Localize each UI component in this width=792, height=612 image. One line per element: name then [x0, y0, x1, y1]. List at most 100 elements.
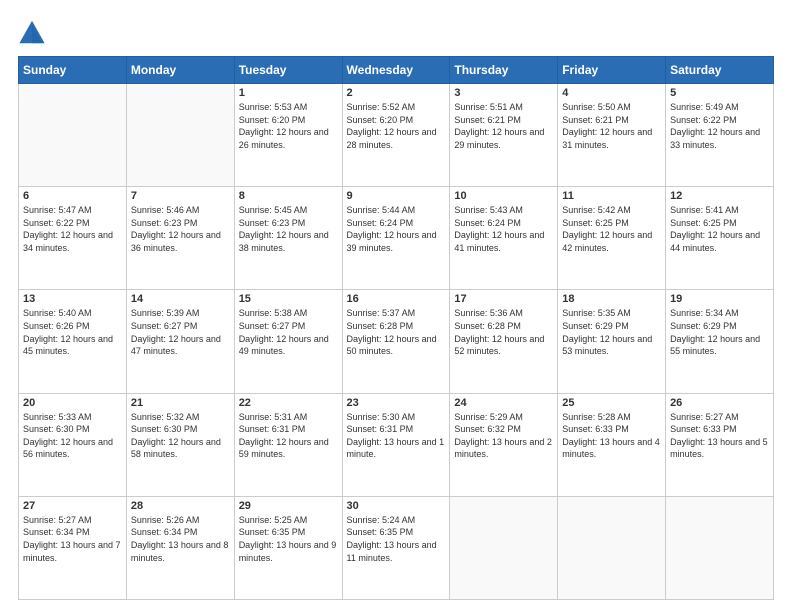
day-header-saturday: Saturday [666, 57, 774, 84]
calendar-cell: 30Sunrise: 5:24 AM Sunset: 6:35 PM Dayli… [342, 496, 450, 599]
calendar-cell: 24Sunrise: 5:29 AM Sunset: 6:32 PM Dayli… [450, 393, 558, 496]
day-info: Sunrise: 5:24 AM Sunset: 6:35 PM Dayligh… [347, 514, 446, 564]
day-number: 28 [131, 500, 230, 512]
calendar-cell: 1 Sunrise: 5:53 AM Sunset: 6:20 PM Daylig… [234, 84, 342, 187]
day-info: Sunrise: 5:35 AM Sunset: 6:29 PM Dayligh… [562, 307, 661, 357]
calendar-cell [558, 496, 666, 599]
day-number: 26 [670, 397, 769, 409]
calendar-cell: 17 Sunrise: 5:36 AM Sunset: 6:28 PM Dayli… [450, 290, 558, 393]
calendar-cell: 15 Sunrise: 5:38 AM Sunset: 6:27 PM Dayli… [234, 290, 342, 393]
day-info: Sunrise: 5:49 AM Sunset: 6:22 PM Dayligh… [670, 101, 769, 151]
day-number: 7 [131, 190, 230, 202]
calendar-cell: 25 Sunrise: 5:28 AM Sunset: 6:33 PM Dayli… [558, 393, 666, 496]
calendar-cell: 18 Sunrise: 5:35 AM Sunset: 6:29 PM Dayli… [558, 290, 666, 393]
day-number: 17 [454, 293, 553, 305]
calendar-cell: 8Sunrise: 5:45 AM Sunset: 6:23 PM Daylig… [234, 187, 342, 290]
calendar-cell: 5 Sunrise: 5:49 AM Sunset: 6:22 PM Daylig… [666, 84, 774, 187]
day-info: Sunrise: 5:33 AM Sunset: 6:30 PM Dayligh… [23, 411, 122, 461]
day-number: 13 [23, 293, 122, 305]
calendar-cell: 23 Sunrise: 5:30 AM Sunset: 6:31 PM Dayli… [342, 393, 450, 496]
logo [18, 18, 50, 46]
day-number: 10 [454, 190, 553, 202]
calendar-cell: 22Sunrise: 5:31 AM Sunset: 6:31 PM Dayli… [234, 393, 342, 496]
calendar-cell: 7 Sunrise: 5:46 AM Sunset: 6:23 PM Daylig… [126, 187, 234, 290]
calendar-cell: 12 Sunrise: 5:41 AM Sunset: 6:25 PM Dayli… [666, 187, 774, 290]
day-info: Sunrise: 5:36 AM Sunset: 6:28 PM Dayligh… [454, 307, 553, 357]
calendar-cell [666, 496, 774, 599]
logo-icon [18, 18, 46, 46]
day-number: 23 [347, 397, 446, 409]
calendar-cell: 28 Sunrise: 5:26 AM Sunset: 6:34 PM Dayli… [126, 496, 234, 599]
day-number: 24 [454, 397, 553, 409]
day-number: 4 [562, 87, 661, 99]
day-info: Sunrise: 5:47 AM Sunset: 6:22 PM Dayligh… [23, 204, 122, 254]
week-row-5: 27Sunrise: 5:27 AM Sunset: 6:34 PM Dayli… [19, 496, 774, 599]
calendar-cell: 10 Sunrise: 5:43 AM Sunset: 6:24 PM Dayli… [450, 187, 558, 290]
week-row-3: 13 Sunrise: 5:40 AM Sunset: 6:26 PM Dayli… [19, 290, 774, 393]
header-row: SundayMondayTuesdayWednesdayThursdayFrid… [19, 57, 774, 84]
day-info: Sunrise: 5:44 AM Sunset: 6:24 PM Dayligh… [347, 204, 446, 254]
day-info: Sunrise: 5:25 AM Sunset: 6:35 PM Dayligh… [239, 514, 338, 564]
day-number: 29 [239, 500, 338, 512]
week-row-1: 1 Sunrise: 5:53 AM Sunset: 6:20 PM Daylig… [19, 84, 774, 187]
calendar-cell: 4 Sunrise: 5:50 AM Sunset: 6:21 PM Daylig… [558, 84, 666, 187]
day-number: 6 [23, 190, 122, 202]
calendar-cell: 16Sunrise: 5:37 AM Sunset: 6:28 PM Dayli… [342, 290, 450, 393]
calendar-cell: 20 Sunrise: 5:33 AM Sunset: 6:30 PM Dayli… [19, 393, 127, 496]
day-number: 1 [239, 87, 338, 99]
day-number: 25 [562, 397, 661, 409]
day-header-monday: Monday [126, 57, 234, 84]
week-row-4: 20 Sunrise: 5:33 AM Sunset: 6:30 PM Dayli… [19, 393, 774, 496]
day-number: 15 [239, 293, 338, 305]
calendar-cell [126, 84, 234, 187]
calendar-cell: 29 Sunrise: 5:25 AM Sunset: 6:35 PM Dayli… [234, 496, 342, 599]
calendar-cell: 13 Sunrise: 5:40 AM Sunset: 6:26 PM Dayli… [19, 290, 127, 393]
day-info: Sunrise: 5:34 AM Sunset: 6:29 PM Dayligh… [670, 307, 769, 357]
day-info: Sunrise: 5:40 AM Sunset: 6:26 PM Dayligh… [23, 307, 122, 357]
day-number: 18 [562, 293, 661, 305]
day-info: Sunrise: 5:53 AM Sunset: 6:20 PM Dayligh… [239, 101, 338, 151]
day-number: 21 [131, 397, 230, 409]
day-info: Sunrise: 5:30 AM Sunset: 6:31 PM Dayligh… [347, 411, 446, 461]
calendar-cell: 19 Sunrise: 5:34 AM Sunset: 6:29 PM Dayli… [666, 290, 774, 393]
header [18, 18, 774, 46]
calendar-cell: 21Sunrise: 5:32 AM Sunset: 6:30 PM Dayli… [126, 393, 234, 496]
day-info: Sunrise: 5:27 AM Sunset: 6:33 PM Dayligh… [670, 411, 769, 461]
calendar-cell: 2 Sunrise: 5:52 AM Sunset: 6:20 PM Daylig… [342, 84, 450, 187]
day-info: Sunrise: 5:28 AM Sunset: 6:33 PM Dayligh… [562, 411, 661, 461]
calendar-cell: 11 Sunrise: 5:42 AM Sunset: 6:25 PM Dayli… [558, 187, 666, 290]
day-info: Sunrise: 5:26 AM Sunset: 6:34 PM Dayligh… [131, 514, 230, 564]
day-info: Sunrise: 5:41 AM Sunset: 6:25 PM Dayligh… [670, 204, 769, 254]
calendar-table: SundayMondayTuesdayWednesdayThursdayFrid… [18, 56, 774, 600]
day-number: 20 [23, 397, 122, 409]
day-info: Sunrise: 5:50 AM Sunset: 6:21 PM Dayligh… [562, 101, 661, 151]
calendar-cell: 14Sunrise: 5:39 AM Sunset: 6:27 PM Dayli… [126, 290, 234, 393]
calendar-cell: 3 Sunrise: 5:51 AM Sunset: 6:21 PM Daylig… [450, 84, 558, 187]
day-header-sunday: Sunday [19, 57, 127, 84]
calendar-cell: 6 Sunrise: 5:47 AM Sunset: 6:22 PM Daylig… [19, 187, 127, 290]
day-number: 8 [239, 190, 338, 202]
day-info: Sunrise: 5:51 AM Sunset: 6:21 PM Dayligh… [454, 101, 553, 151]
day-number: 12 [670, 190, 769, 202]
day-number: 9 [347, 190, 446, 202]
day-info: Sunrise: 5:52 AM Sunset: 6:20 PM Dayligh… [347, 101, 446, 151]
day-info: Sunrise: 5:43 AM Sunset: 6:24 PM Dayligh… [454, 204, 553, 254]
day-info: Sunrise: 5:27 AM Sunset: 6:34 PM Dayligh… [23, 514, 122, 564]
calendar-cell [450, 496, 558, 599]
day-info: Sunrise: 5:39 AM Sunset: 6:27 PM Dayligh… [131, 307, 230, 357]
day-header-friday: Friday [558, 57, 666, 84]
day-header-wednesday: Wednesday [342, 57, 450, 84]
day-number: 5 [670, 87, 769, 99]
day-number: 11 [562, 190, 661, 202]
day-info: Sunrise: 5:37 AM Sunset: 6:28 PM Dayligh… [347, 307, 446, 357]
day-number: 2 [347, 87, 446, 99]
day-number: 19 [670, 293, 769, 305]
day-info: Sunrise: 5:38 AM Sunset: 6:27 PM Dayligh… [239, 307, 338, 357]
day-header-thursday: Thursday [450, 57, 558, 84]
week-row-2: 6 Sunrise: 5:47 AM Sunset: 6:22 PM Daylig… [19, 187, 774, 290]
day-info: Sunrise: 5:46 AM Sunset: 6:23 PM Dayligh… [131, 204, 230, 254]
calendar-cell: 27Sunrise: 5:27 AM Sunset: 6:34 PM Dayli… [19, 496, 127, 599]
calendar-cell [19, 84, 127, 187]
day-number: 3 [454, 87, 553, 99]
day-info: Sunrise: 5:42 AM Sunset: 6:25 PM Dayligh… [562, 204, 661, 254]
